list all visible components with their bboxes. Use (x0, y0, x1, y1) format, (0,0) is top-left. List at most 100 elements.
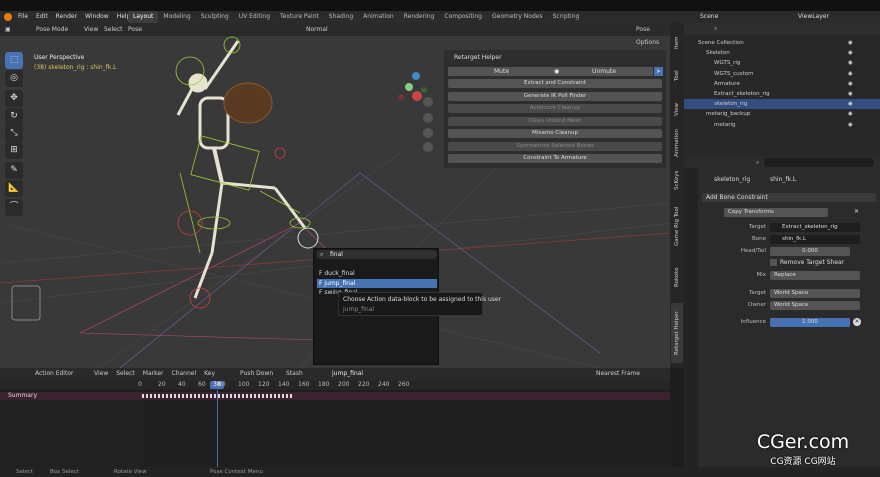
outliner-row[interactable]: Scene Collection ◉ (684, 38, 880, 48)
outliner-row[interactable]: metarig_backup ◉ (684, 109, 880, 119)
retarget-button[interactable]: Constraint To Armature (448, 154, 662, 163)
cursor-arrow-icon[interactable]: ➤ (654, 67, 663, 76)
viewlayer-selector[interactable]: ViewLayer (798, 11, 829, 23)
workspace-tab-sculpting[interactable]: Sculpting (196, 11, 234, 23)
stash-button[interactable]: Stash (286, 368, 303, 380)
outliner-row[interactable]: Armature ◉ (684, 79, 880, 89)
workspace-tab-modeling[interactable]: Modeling (158, 11, 195, 23)
sidebar-tab[interactable]: Item (671, 28, 683, 58)
workspace-tab-scripting[interactable]: Scripting (548, 11, 585, 23)
transform-tool-icon[interactable]: ⊞ (5, 142, 23, 159)
outliner-row[interactable]: Extract_skeleton_rig ◉ (684, 89, 880, 99)
workspace-tab-rendering[interactable]: Rendering (399, 11, 440, 23)
owner-space-select[interactable]: World Space (770, 301, 860, 310)
timeline-menu-view[interactable]: View (90, 368, 112, 380)
outliner-row[interactable]: WGTS_custom ◉ (684, 69, 880, 79)
sidebar-tab[interactable]: Game Rig Tool (671, 201, 683, 251)
target-field[interactable]: Extract_skeleton_rig (770, 223, 860, 232)
influence-slider[interactable]: 1.000 (770, 318, 850, 327)
sidebar-tab[interactable]: View (671, 95, 683, 123)
constraint-name-field[interactable]: Copy Transforms (724, 208, 828, 217)
outliner-row[interactable]: Skeleton ◉ (684, 48, 880, 58)
sidebar-tab[interactable]: Retarget Helper (671, 303, 683, 363)
visibility-eye-icon[interactable]: ◉ (848, 38, 853, 48)
add-bone-constraint-button[interactable]: Add Bone Constraint (702, 193, 876, 202)
retarget-button[interactable]: Symmetrize Selected Bones (448, 141, 662, 151)
rotate-tool-icon[interactable]: ↻ (5, 108, 23, 125)
snapping-select[interactable]: Nearest Frame (596, 368, 640, 380)
orientation-selector[interactable]: Normal (306, 23, 328, 36)
visibility-eye-icon[interactable]: ◉ (848, 120, 853, 130)
action-item[interactable]: F duck_final (317, 269, 437, 278)
scene-selector[interactable]: Scene (700, 11, 718, 23)
select-tool-icon[interactable]: ⬚ (5, 52, 23, 69)
props-search-icon[interactable]: ⌕ (756, 159, 759, 167)
timeline-menu-select[interactable]: Select (112, 368, 139, 380)
timeline-menu-channel[interactable]: Channel (168, 368, 201, 380)
visibility-eye-icon[interactable]: ◉ (848, 58, 853, 68)
playhead-line[interactable] (217, 380, 218, 467)
retarget-button[interactable]: Clean Unbind Mesh (448, 116, 662, 126)
pose-menu[interactable]: Pose (128, 23, 142, 36)
workspace-tab-geometry-nodes[interactable]: Geometry Nodes (487, 11, 548, 23)
search-field[interactable]: ⌕ final (317, 250, 437, 259)
pose-options-button[interactable]: Pose Options (636, 23, 670, 49)
workspace-tab-layout[interactable]: Layout (128, 11, 159, 23)
bone-field[interactable]: shin_fk.L (770, 235, 860, 244)
scale-tool-icon[interactable]: ⤡ (5, 125, 23, 142)
menu-file[interactable]: File (14, 11, 32, 23)
move-tool-icon[interactable]: ✥ (5, 90, 23, 107)
select-menu[interactable]: Select (104, 23, 123, 36)
measure-tool-icon[interactable]: 📐 (5, 180, 23, 197)
outliner-row[interactable]: WGTS_rig ◉ (684, 58, 880, 68)
retarget-button[interactable]: Mixamo Cleanup (448, 129, 662, 138)
visibility-eye-icon[interactable]: ◉ (848, 109, 853, 119)
annotate-tool-icon[interactable]: ✎ (5, 162, 23, 179)
outliner-search-icon[interactable]: ⌕ (714, 24, 717, 34)
bone-tool-icon[interactable]: ⌒ (5, 199, 23, 216)
blender-logo-icon[interactable] (4, 13, 12, 21)
headtail-field[interactable]: 0.000 (770, 247, 850, 256)
view-menu[interactable]: View (84, 23, 98, 36)
action-datablock[interactable]: jump_final (332, 368, 363, 380)
sidebar-tab[interactable]: Tool (671, 61, 683, 91)
visibility-eye-icon[interactable]: ◉ (848, 48, 853, 58)
retarget-button[interactable]: Generate IK Poll Finder (448, 91, 662, 101)
workspace-tab-animation[interactable]: Animation (358, 11, 399, 23)
unmute-button[interactable]: Unmute (555, 67, 653, 76)
influence-clear-icon[interactable]: ✕ (853, 318, 861, 326)
sidebar-tab[interactable]: ScKeys (671, 163, 683, 197)
timeline-menu-marker[interactable]: Marker (139, 368, 168, 380)
push-down-button[interactable]: Push Down (240, 368, 273, 380)
menu-window[interactable]: Window (81, 11, 113, 23)
workspace-tab-texture-paint[interactable]: Texture Paint (275, 11, 324, 23)
remove-shear-checkbox[interactable] (770, 259, 777, 266)
action-item[interactable]: F jump_final (317, 278, 437, 288)
retarget-button[interactable]: Actorcom Cleanup (448, 104, 662, 113)
sidebar-tab[interactable]: Rokoko (671, 255, 683, 299)
workspace-tab-uv-editing[interactable]: UV Editing (234, 11, 275, 23)
cursor-tool-icon[interactable]: ◎ (5, 70, 23, 87)
frame-ruler[interactable]: 38 0 20 40 60 80 100 120 140 160 180 200 220 240 260 (0, 380, 670, 390)
mute-button[interactable]: Mute (448, 67, 555, 76)
outliner-row[interactable]: skeleton_rig ◉ (684, 99, 880, 110)
constraint-close-icon[interactable]: ✕ (854, 208, 859, 215)
editor-type-icon[interactable]: ▣ (5, 23, 11, 36)
props-search-input[interactable] (764, 158, 874, 167)
timeline-menu-key[interactable]: Key (200, 368, 219, 380)
visibility-eye-icon[interactable]: ◉ (848, 69, 853, 79)
visibility-eye-icon[interactable]: ◉ (848, 99, 853, 109)
editor-mode-select[interactable]: Action Editor (35, 368, 73, 380)
workspace-tab-compositing[interactable]: Compositing (439, 11, 487, 23)
mix-select[interactable]: Replace (770, 271, 860, 280)
menu-render[interactable]: Render (52, 11, 81, 23)
retarget-button[interactable]: Extract and Constraint (448, 79, 662, 88)
target-space-select[interactable]: World Space (770, 289, 860, 298)
menu-edit[interactable]: Edit (32, 11, 52, 23)
visibility-eye-icon[interactable]: ◉ (848, 79, 853, 89)
visibility-eye-icon[interactable]: ◉ (848, 89, 853, 99)
outliner-row[interactable]: metarig ◉ (684, 120, 880, 130)
workspace-tab-shading[interactable]: Shading (324, 11, 358, 23)
mode-selector[interactable]: Pose Mode (36, 23, 68, 36)
sidebar-tab[interactable]: Animation (671, 127, 683, 159)
